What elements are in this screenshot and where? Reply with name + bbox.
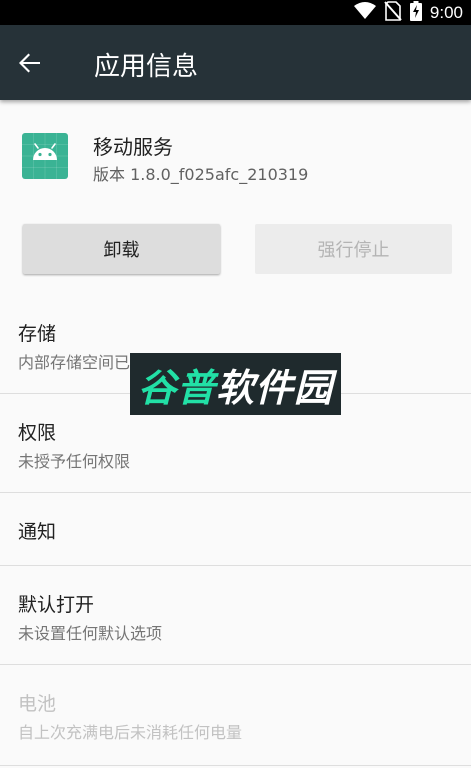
wifi-icon bbox=[353, 1, 376, 24]
divider bbox=[0, 765, 471, 766]
force-stop-button: 强行停止 bbox=[255, 224, 452, 274]
open-by-default-summary: 未设置任何默认选项 bbox=[18, 624, 163, 643]
battery-item: 电池 自上次充满电后未消耗任何电量 bbox=[0, 665, 471, 765]
battery-charging-icon bbox=[409, 0, 422, 25]
app-header: 移动服务 版本 1.8.0_f025afc_210319 bbox=[0, 100, 471, 200]
open-by-default-title: 默认打开 bbox=[18, 594, 95, 616]
notifications-title: 通知 bbox=[18, 521, 57, 543]
permissions-summary: 未授予任何权限 bbox=[18, 452, 131, 471]
battery-title: 电池 bbox=[18, 693, 57, 715]
page-title: 应用信息 bbox=[94, 52, 199, 82]
android-icon bbox=[22, 133, 68, 179]
status-bar: 9:00 bbox=[0, 0, 471, 25]
app-version: 版本 1.8.0_f025afc_210319 bbox=[93, 165, 309, 184]
status-time: 9:00 bbox=[429, 2, 463, 22]
no-sim-icon bbox=[384, 0, 402, 25]
uninstall-button[interactable]: 卸载 bbox=[23, 224, 220, 274]
watermark-logo: 谷普 软件园 bbox=[130, 353, 341, 415]
arrow-back-icon bbox=[19, 53, 40, 73]
app-bar: 应用信息 bbox=[0, 25, 471, 100]
app-name: 移动服务 bbox=[93, 135, 173, 159]
watermark-part2: 软件园 bbox=[216, 365, 334, 410]
battery-summary: 自上次充满电后未消耗任何电量 bbox=[18, 723, 243, 742]
notifications-item[interactable]: 通知 bbox=[0, 493, 471, 565]
storage-title: 存储 bbox=[18, 323, 57, 345]
watermark-part1: 谷普 bbox=[137, 365, 216, 410]
back-button[interactable] bbox=[16, 49, 44, 77]
permissions-title: 权限 bbox=[18, 422, 57, 444]
open-by-default-item[interactable]: 默认打开 未设置任何默认选项 bbox=[0, 566, 471, 664]
